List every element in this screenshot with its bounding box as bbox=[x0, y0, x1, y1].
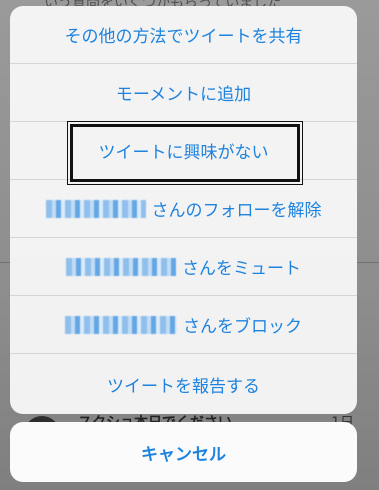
cancel-label: キャンセル bbox=[141, 444, 226, 465]
unfollow-label: さんのフォローを解除 bbox=[151, 201, 322, 221]
pixelated-username bbox=[66, 257, 176, 276]
block-button[interactable]: さんをブロック bbox=[10, 296, 357, 354]
cancel-button[interactable]: キャンセル bbox=[10, 422, 357, 482]
share-other-way-label: その他の方法でツイートを共有 bbox=[64, 27, 303, 47]
mute-label: さんをミュート bbox=[182, 259, 301, 279]
share-other-way-button[interactable]: その他の方法でツイートを共有 bbox=[10, 6, 357, 64]
block-label: さんをブロック bbox=[183, 317, 302, 337]
add-to-moment-label: モーメントに追加 bbox=[115, 85, 252, 105]
not-interested-button[interactable]: ツイートに興味がない bbox=[10, 122, 357, 180]
not-interested-label: ツイートに興味がない bbox=[98, 143, 269, 163]
add-to-moment-button[interactable]: モーメントに追加 bbox=[10, 64, 357, 122]
report-tweet-label: ツイートを報告する bbox=[107, 376, 260, 397]
pixelated-username bbox=[65, 315, 177, 334]
mute-button[interactable]: さんをミュート bbox=[10, 238, 357, 296]
unfollow-button[interactable]: さんのフォローを解除 bbox=[10, 180, 357, 238]
report-tweet-button[interactable]: ツイートを報告する bbox=[10, 354, 357, 414]
pixelated-username bbox=[45, 199, 146, 218]
action-sheet: その他の方法でツイートを共有 モーメントに追加 ツイートに興味がない さんのフォ… bbox=[10, 6, 357, 414]
